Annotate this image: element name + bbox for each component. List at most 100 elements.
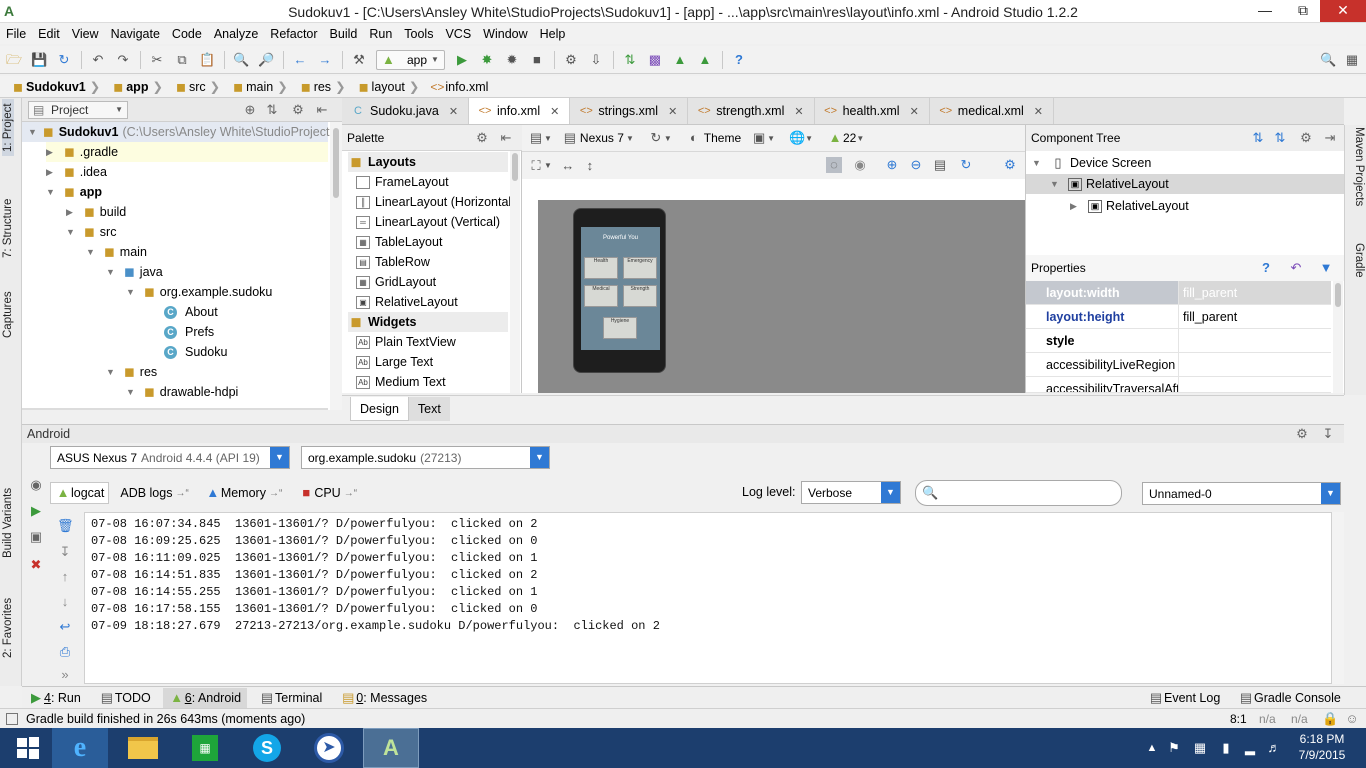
menu-run[interactable]: Run	[369, 27, 392, 41]
settings-icon[interactable]: ⚙	[1298, 130, 1314, 146]
menu-refactor[interactable]: Refactor	[270, 27, 317, 41]
component-device-screen[interactable]: ▼ ▯ Device Screen	[1032, 153, 1151, 173]
gradle-sync-icon[interactable]: ⇅	[622, 52, 638, 68]
taskbar-internet-explorer[interactable]: e	[52, 728, 108, 768]
tool-tab-captures[interactable]: Captures	[2, 291, 14, 338]
preview-mode-icon[interactable]: ◌	[826, 157, 842, 173]
system-info-icon[interactable]: ▣	[28, 529, 44, 545]
log-level-select[interactable]: Verbose ▼	[801, 481, 901, 504]
open-folder-icon[interactable]: 🗁	[6, 52, 22, 68]
tool-tab-terminal[interactable]: ▤ Terminal	[253, 688, 328, 708]
replace-icon[interactable]: 🔎	[258, 52, 274, 68]
menu-analyze[interactable]: Analyze	[214, 27, 258, 41]
run-icon[interactable]: ▶	[454, 52, 470, 68]
close-tab-icon[interactable]: ✕	[550, 105, 559, 118]
palette-item[interactable]: ═ LinearLayout (Vertical)	[356, 212, 500, 232]
taskbar-steam[interactable]: ➤	[301, 728, 357, 768]
hide-icon[interactable]: ⇥	[1322, 130, 1338, 146]
close-button[interactable]: ✕	[1320, 0, 1366, 22]
inspector-icon[interactable]: ☺	[1344, 711, 1360, 727]
palette-group-layouts[interactable]: ◼ Layouts	[348, 152, 508, 172]
project-structure-icon[interactable]: ⚙	[563, 52, 579, 68]
tool-tab-messages[interactable]: ▤ 0: Messages	[334, 688, 433, 708]
property-row[interactable]: layout:height fill_parent	[1026, 305, 1331, 329]
design-canvas[interactable]: Powerful You Health Emergency Medical St…	[538, 200, 1025, 393]
palette-item[interactable]: ▦ TableLayout	[356, 232, 442, 252]
editor-tab-health-xml[interactable]: <> health.xml ✕	[815, 98, 930, 124]
zoom-in-icon[interactable]: ⊕	[884, 157, 900, 173]
device-screen-preview[interactable]: Powerful You Health Emergency Medical St…	[581, 227, 660, 350]
terminate-app-icon[interactable]: ✖	[28, 557, 44, 573]
theme-select[interactable]: Theme	[704, 131, 741, 145]
menu-navigate[interactable]: Navigate	[111, 27, 160, 41]
tab-memory[interactable]: ▲ Memory →“	[200, 482, 288, 504]
tree-item-java[interactable]: ▼ ◼ java	[106, 262, 163, 282]
tree-item-idea[interactable]: ▶ ◼ .idea	[46, 162, 107, 182]
logcat-scrollbar[interactable]	[1332, 512, 1344, 684]
component-relative-layout[interactable]: ▼ ▣ RelativeLayout	[1026, 174, 1344, 194]
tree-item-res[interactable]: ▼ ◼ res	[106, 362, 157, 382]
orientation-icon[interactable]: ↻	[648, 130, 664, 146]
tool-tab-todo[interactable]: ▤ TODO	[93, 688, 157, 708]
layout-icon[interactable]: ▦	[1344, 52, 1360, 68]
network-display-icon[interactable]: ▦	[1192, 740, 1208, 756]
tab-logcat[interactable]: ▲ logcat	[50, 482, 110, 504]
crumb-file[interactable]: <> info.xml	[429, 79, 488, 95]
tree-item-root[interactable]: ▼ ◼ Sudokuv1 (C:\Users\Ansley White\Stud…	[22, 122, 336, 142]
save-icon[interactable]: 💾	[31, 52, 47, 68]
debug-icon[interactable]: ✸	[479, 52, 495, 68]
device-icon[interactable]: ▤	[562, 130, 578, 146]
logcat-filter-select[interactable]: Unnamed-0 ▼	[1142, 482, 1341, 505]
editor-tab-info-xml[interactable]: <> info.xml ✕	[469, 98, 571, 124]
logcat-search-input[interactable]: 🔍	[915, 480, 1122, 506]
more-icon[interactable]: »	[57, 667, 73, 683]
project-view-select[interactable]: ▤ Project ▼	[28, 101, 128, 119]
find-icon[interactable]: 🔍	[233, 52, 249, 68]
up-icon[interactable]: ↑	[57, 569, 73, 585]
activity-icon[interactable]: ▣	[751, 130, 767, 146]
forward-icon[interactable]: →	[317, 52, 333, 68]
menu-help[interactable]: Help	[540, 27, 566, 41]
crumb-app[interactable]: ◼ app ❯	[110, 79, 169, 95]
tool-tab-gradle-console[interactable]: ▤ Gradle Console	[1232, 688, 1347, 708]
tree-item-sudoku[interactable]: C Sudoku	[164, 342, 227, 362]
palette-item[interactable]: FrameLayout	[356, 172, 449, 192]
menu-code[interactable]: Code	[172, 27, 202, 41]
settings-icon[interactable]: ⚙	[1294, 426, 1310, 442]
locate-icon[interactable]: ⊕	[242, 102, 258, 118]
vertical-scrollbar[interactable]	[330, 122, 342, 410]
tab-cpu[interactable]: ■ CPU →“	[293, 482, 362, 504]
crumb-src[interactable]: ◼ src ❯	[173, 79, 226, 95]
tool-tab-run[interactable]: ▶ 4: Run	[22, 688, 87, 708]
tab-design[interactable]: Design	[350, 397, 409, 421]
back-icon[interactable]: ←	[292, 52, 308, 68]
palette-item[interactable]: Ab Plain TextView	[356, 332, 456, 352]
paste-icon[interactable]: 📋	[199, 52, 215, 68]
collapse-all-icon[interactable]: ⇅	[1272, 130, 1288, 146]
taskbar-clock[interactable]: 6:18 PM 7/9/2015	[1292, 732, 1352, 762]
tree-item-prefs[interactable]: C Prefs	[164, 322, 214, 342]
undo-icon[interactable]: ↶	[90, 52, 106, 68]
palette-item[interactable]: Ab Large Text	[356, 352, 433, 372]
menu-tools[interactable]: Tools	[404, 27, 433, 41]
close-tab-icon[interactable]: ✕	[1034, 105, 1043, 118]
print-icon[interactable]: ⎙	[57, 644, 73, 660]
filter-icon[interactable]: ▼	[1318, 260, 1334, 276]
tree-item-package[interactable]: ▼ ◼ org.example.sudoku	[126, 282, 272, 302]
screen-capture-icon[interactable]: ◉	[28, 477, 44, 493]
clear-logcat-icon[interactable]: 🗑	[57, 518, 74, 534]
tab-adb-logs[interactable]: ADB logs →“	[115, 482, 193, 504]
tool-windows-icon[interactable]	[6, 712, 18, 725]
crumb-main[interactable]: ◼ main ❯	[230, 79, 294, 95]
property-row[interactable]: layout:width fill_parent	[1026, 281, 1331, 305]
android-device-icon[interactable]: ▲	[697, 52, 713, 68]
expand-all-icon[interactable]: ⇅	[1250, 130, 1266, 146]
tab-text[interactable]: Text	[408, 397, 450, 421]
tree-item-app[interactable]: ▼ ◼ app	[46, 182, 102, 202]
expand-horizontal-icon[interactable]: ↔	[560, 158, 576, 174]
palette-item[interactable]: ║ LinearLayout (Horizontal)	[356, 192, 515, 212]
hide-icon[interactable]: ↧	[1320, 426, 1336, 442]
zoom-out-icon[interactable]: ⊖	[908, 157, 924, 173]
device-selector[interactable]: ASUS Nexus 7 Android 4.4.4 (API 19) ▼	[50, 446, 290, 469]
screen-record-icon[interactable]: ▶	[28, 503, 44, 519]
